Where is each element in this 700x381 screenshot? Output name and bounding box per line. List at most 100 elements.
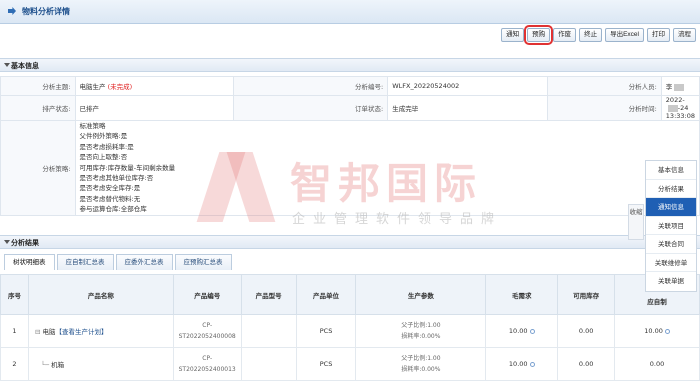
void-button[interactable]: 作废: [553, 28, 577, 42]
product-unit: PCS: [295, 314, 357, 348]
info-icon[interactable]: [529, 361, 535, 367]
product-unit: PCS: [295, 347, 357, 381]
product-model: [240, 347, 297, 381]
product-name: 电脑: [42, 328, 56, 336]
analyst-label: 分析人员:: [546, 76, 662, 96]
product-code-top: CP-: [202, 322, 213, 329]
time-label: 分析时间:: [546, 95, 662, 121]
collapse-toggle[interactable]: 收缩: [628, 204, 644, 240]
side-nav-contracts[interactable]: 关联合同: [646, 235, 696, 254]
basic-info-table: 分析主题: 电脑生产 (未完成) 分析编号: WLFX_20220524002 …: [0, 76, 700, 216]
side-nav-menu: 基本信息 分析结果 通知信息 关联项目 关联合同 关联维修单 关联单据: [645, 160, 697, 292]
schedule-label: 排产状态:: [0, 95, 76, 121]
available-stock: 0.00: [557, 347, 616, 381]
notify-button[interactable]: 通知: [501, 28, 525, 42]
pre-purchase-button[interactable]: 预购: [524, 25, 554, 45]
tab-outsource-summary[interactable]: 应委外汇总表: [115, 254, 173, 270]
time-value: 2022--24 13:33:08: [660, 95, 700, 121]
row-index: 2: [0, 347, 29, 381]
side-nav-projects[interactable]: 关联项目: [646, 217, 696, 235]
order-value: 生成完毕: [387, 95, 548, 121]
basic-info-header[interactable]: 基本信息: [0, 58, 700, 72]
time-prefix: 2022-: [665, 96, 685, 104]
title-bar: 物料分析详情: [0, 0, 700, 24]
tree-expand-icon[interactable]: ⊟: [35, 328, 40, 336]
col-header: 产品型号: [240, 274, 297, 315]
side-nav-documents[interactable]: 关联单据: [646, 272, 696, 291]
workflow-button[interactable]: 流程: [673, 28, 696, 42]
info-icon[interactable]: [529, 328, 535, 334]
product-code: CP- ST2022052400008: [172, 314, 242, 348]
gross-demand: 10.00: [485, 314, 559, 348]
product-code-top: CP-: [202, 355, 213, 362]
print-button[interactable]: 打印: [647, 28, 670, 42]
policy-value: 标准策略 父件例外策略:是 是否考虑损耗率:是 是否向上取整:否 可用库存:库存…: [74, 120, 700, 216]
gross-demand: 10.00: [485, 347, 559, 381]
order-label: 订单状态:: [233, 95, 389, 121]
results-header[interactable]: 分析结果: [0, 235, 700, 249]
view-plan-link[interactable]: 【查看生产计划】: [55, 328, 107, 336]
results-title: 分析结果: [11, 239, 39, 247]
policy-line: 是否考虑损耗率:是: [79, 142, 134, 151]
schedule-value: 已排产: [74, 95, 235, 121]
table-header-row: 序号 产品名称 产品编号 产品型号 产品单位 生产参数 毛需求 可用库存 应自制: [0, 274, 700, 315]
product-name-cell: └─ 机箱: [27, 347, 174, 381]
loss-param: 损耗率:0.00%: [401, 366, 441, 373]
col-header: 产品单位: [295, 274, 357, 315]
policy-line: 是否考虑安全库存:是: [79, 184, 141, 193]
policy-line: 可用库存:库存数量-车间剩余数量: [79, 163, 176, 172]
production-params: 父子比例:1.00 损耗率:0.00%: [355, 347, 487, 381]
side-nav-notifications[interactable]: 通知信息: [646, 198, 696, 217]
self-made-value: 10.00: [644, 327, 663, 335]
policy-line: 是否考虑其他单位库存:否: [79, 174, 154, 183]
tab-pre-purchase-summary[interactable]: 应预购汇总表: [174, 254, 232, 270]
col-header: 生产参数: [355, 274, 487, 315]
col-header: 产品编号: [172, 274, 242, 315]
policy-line: 参与运算仓库:全部仓库: [79, 205, 147, 214]
self-made: 10.00: [614, 314, 700, 348]
page-title: 物料分析详情: [22, 7, 70, 16]
results-table: 序号 产品名称 产品编号 产品型号 产品单位 生产参数 毛需求 可用库存 应自制…: [0, 274, 700, 381]
policy-line: 标准策略: [79, 122, 106, 130]
gross-value: 10.00: [508, 360, 528, 368]
product-code-bottom: ST2022052400008: [178, 333, 236, 340]
product-code: CP- ST2022052400013: [172, 347, 242, 381]
analyst-value: 李: [660, 76, 700, 96]
redacted-block: [674, 83, 685, 91]
arrow-right-icon: [8, 7, 16, 15]
ratio-param: 父子比例:1.00: [401, 322, 441, 329]
gross-value: 10.00: [508, 327, 528, 335]
results-tabs: 树状明细表 应自制汇总表 应委外汇总表 应预购汇总表: [0, 254, 232, 270]
table-row: 1 ⊟ 电脑【查看生产计划】 CP- ST2022052400008 PCS 父…: [0, 314, 700, 348]
available-stock: 0.00: [557, 314, 616, 348]
product-name: 机箱: [51, 361, 65, 369]
redacted-block: [667, 104, 678, 112]
analyst-name: 李: [665, 83, 673, 91]
policy-line: 是否考虑替代物料:无: [79, 194, 141, 203]
policy-line: 父件例外策略:是: [79, 132, 128, 141]
side-nav-repair-orders[interactable]: 关联维修单: [646, 254, 696, 272]
product-name-cell: ⊟ 电脑【查看生产计划】: [27, 314, 174, 348]
policy-label: 分析策略:: [0, 120, 76, 216]
collapse-triangle-icon: [4, 63, 10, 67]
loss-param: 损耗率:0.00%: [401, 333, 441, 340]
tab-self-made-summary[interactable]: 应自制汇总表: [56, 254, 114, 270]
tree-branch-icon: └─: [34, 361, 49, 369]
info-icon[interactable]: [664, 328, 670, 334]
topic-value: 电脑生产 (未完成): [74, 76, 235, 96]
tab-tree-detail[interactable]: 树状明细表: [4, 254, 55, 270]
number-value: WLFX_20220524002: [387, 76, 548, 96]
col-header: 产品名称: [27, 274, 174, 315]
row-index: 1: [0, 314, 29, 348]
terminate-button[interactable]: 终止: [579, 28, 603, 42]
topic-text: 电脑生产: [79, 83, 106, 91]
table-row: 2 └─ 机箱 CP- ST2022052400013 PCS 父子比例:1.0…: [0, 347, 700, 381]
production-params: 父子比例:1.00 损耗率:0.00%: [355, 314, 487, 348]
col-header: 序号: [0, 274, 29, 315]
export-excel-button[interactable]: 导出Excel: [605, 28, 644, 42]
side-nav-basic-info[interactable]: 基本信息: [646, 161, 696, 180]
toolbar: 通知 预购 作废 终止 导出Excel 打印 流程: [501, 25, 696, 45]
collapse-triangle-icon: [4, 240, 10, 244]
side-nav-results[interactable]: 分析结果: [646, 180, 696, 198]
product-code-bottom: ST2022052400013: [178, 366, 236, 373]
